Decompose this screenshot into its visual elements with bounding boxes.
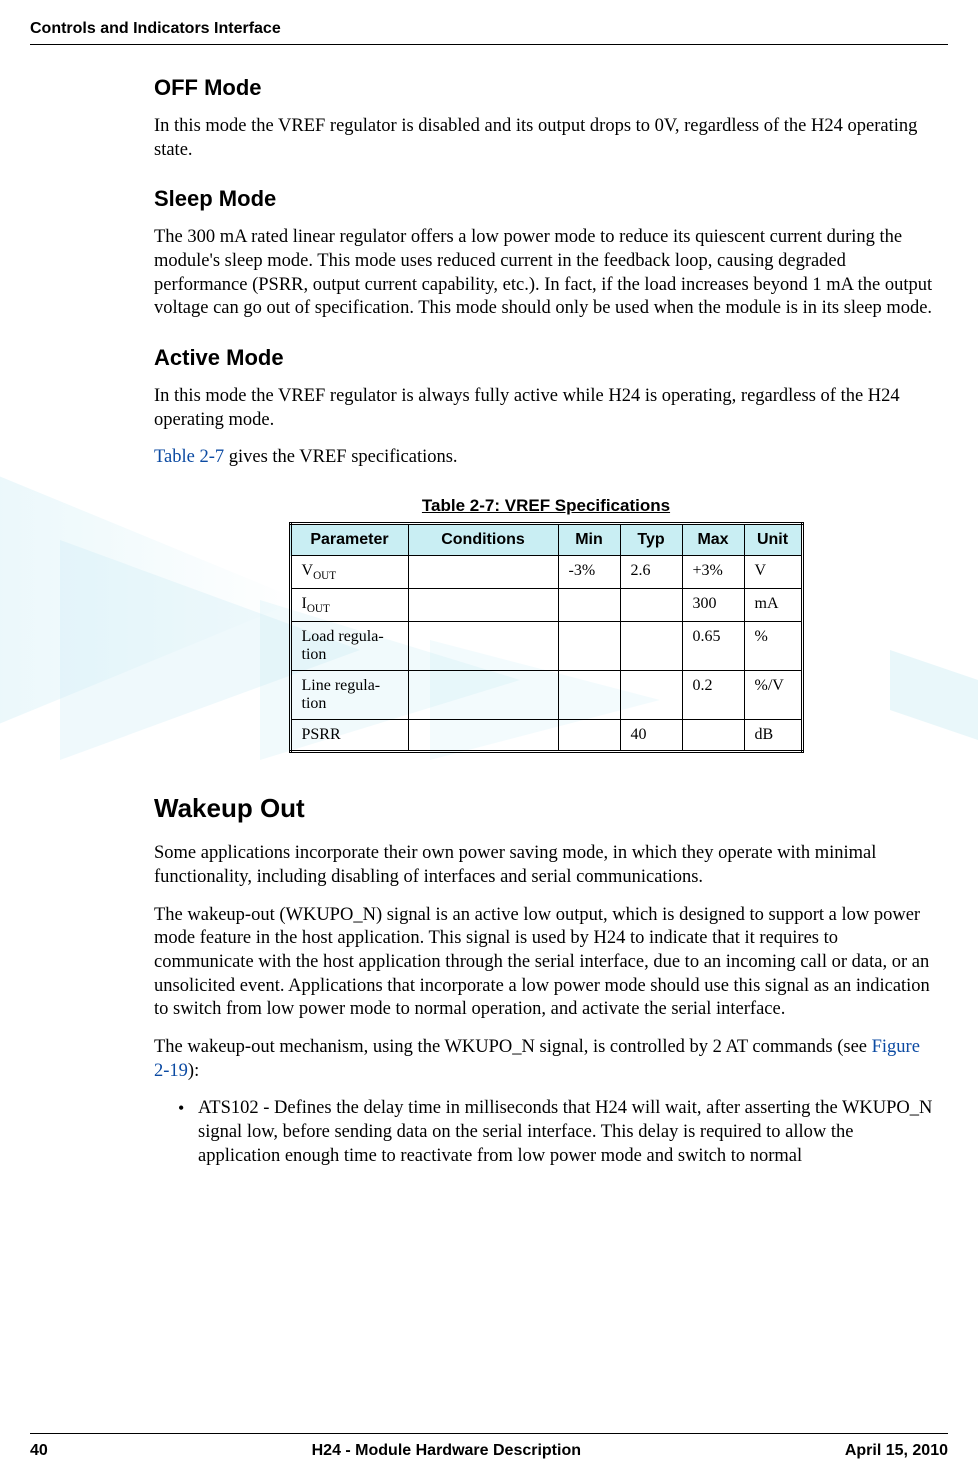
cell-typ <box>620 589 682 622</box>
cell-min: -3% <box>558 556 620 589</box>
cell-conditions <box>408 556 558 589</box>
cell-max: 0.2 <box>682 671 744 720</box>
cell-typ: 40 <box>620 720 682 752</box>
header-rule <box>30 44 948 45</box>
th-parameter: Parameter <box>290 524 408 556</box>
footer-rule <box>30 1433 948 1434</box>
table-row: IOUT 300mA <box>290 589 802 622</box>
table-caption: Table 2-7: VREF Specifications <box>154 496 938 516</box>
cell-unit: mA <box>744 589 802 622</box>
cell-max <box>682 720 744 752</box>
cell-typ: 2.6 <box>620 556 682 589</box>
cell-max: 300 <box>682 589 744 622</box>
paragraph-wakeup-2: The wakeup-out (WKUPO_N) signal is an ac… <box>154 904 938 1022</box>
running-header: Controls and Indicators Interface <box>30 20 948 38</box>
cell-parameter: Load regula-tion <box>290 622 408 671</box>
cell-unit: %/V <box>744 671 802 720</box>
cell-min <box>558 589 620 622</box>
cell-parameter: IOUT <box>290 589 408 622</box>
table-row: PSRR 40 dB <box>290 720 802 752</box>
paragraph-active-mode-1: In this mode the VREF regulator is alway… <box>154 385 938 432</box>
cell-unit: V <box>744 556 802 589</box>
th-min: Min <box>558 524 620 556</box>
cell-unit: dB <box>744 720 802 752</box>
table-header-row: Parameter Conditions Min Typ Max Unit <box>290 524 802 556</box>
table-row: VOUT -3%2.6+3%V <box>290 556 802 589</box>
cell-min <box>558 720 620 752</box>
table-row: Load regula-tion 0.65% <box>290 622 802 671</box>
th-conditions: Conditions <box>408 524 558 556</box>
cell-parameter: VOUT <box>290 556 408 589</box>
page-footer: 40 H24 - Module Hardware Description Apr… <box>0 1433 978 1460</box>
bullet-list: ATS102 - Defines the delay time in milli… <box>178 1097 938 1168</box>
text-after-xref: gives the VREF specifications. <box>224 447 457 467</box>
paragraph-wakeup-3: The wakeup-out mechanism, using the WKUP… <box>154 1036 938 1083</box>
cell-typ <box>620 622 682 671</box>
heading-wakeup-out: Wakeup Out <box>154 793 938 824</box>
cell-typ <box>620 671 682 720</box>
cell-max: +3% <box>682 556 744 589</box>
th-typ: Typ <box>620 524 682 556</box>
table-row: Line regula-tion 0.2%/V <box>290 671 802 720</box>
text-before-xref-fig: The wakeup-out mechanism, using the WKUP… <box>154 1037 872 1057</box>
th-unit: Unit <box>744 524 802 556</box>
page-number: 40 <box>30 1442 48 1460</box>
xref-table-2-7[interactable]: Table 2-7 <box>154 447 224 467</box>
cell-min <box>558 671 620 720</box>
vref-specifications-table: Parameter Conditions Min Typ Max Unit VO… <box>289 522 804 753</box>
cell-conditions <box>408 622 558 671</box>
cell-conditions <box>408 720 558 752</box>
cell-parameter: PSRR <box>290 720 408 752</box>
heading-active-mode: Active Mode <box>154 345 938 371</box>
heading-off-mode: OFF Mode <box>154 75 938 101</box>
paragraph-active-mode-2: Table 2-7 gives the VREF specifications. <box>154 446 938 470</box>
cell-max: 0.65 <box>682 622 744 671</box>
cell-parameter: Line regula-tion <box>290 671 408 720</box>
cell-conditions <box>408 671 558 720</box>
paragraph-sleep-mode: The 300 mA rated linear regulator offers… <box>154 226 938 321</box>
th-max: Max <box>682 524 744 556</box>
footer-date: April 15, 2010 <box>845 1442 948 1460</box>
list-item: ATS102 - Defines the delay time in milli… <box>178 1097 938 1168</box>
text-after-xref-fig: ): <box>188 1061 199 1081</box>
cell-conditions <box>408 589 558 622</box>
paragraph-wakeup-1: Some applications incorporate their own … <box>154 842 938 889</box>
heading-sleep-mode: Sleep Mode <box>154 186 938 212</box>
cell-unit: % <box>744 622 802 671</box>
paragraph-off-mode: In this mode the VREF regulator is disab… <box>154 115 938 162</box>
footer-center: H24 - Module Hardware Description <box>312 1442 581 1460</box>
cell-min <box>558 622 620 671</box>
content-column: OFF Mode In this mode the VREF regulator… <box>154 75 938 1168</box>
